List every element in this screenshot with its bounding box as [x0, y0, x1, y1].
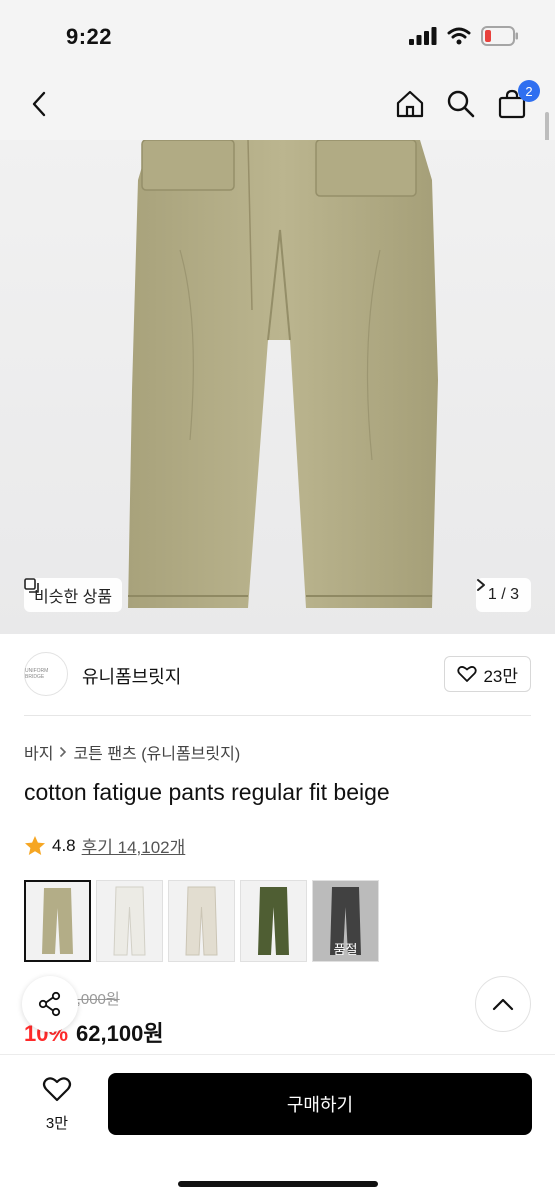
color-swatches: 품절 [24, 880, 379, 962]
cart-count-badge: 2 [518, 80, 540, 102]
chevron-right-icon [476, 579, 485, 591]
breadcrumb: 바지 코튼 팬츠 (유니폼브릿지) [24, 740, 240, 764]
share-icon [38, 991, 61, 1017]
back-button[interactable] [20, 84, 60, 124]
wishlist-button[interactable]: 3만 [30, 1075, 84, 1133]
star-icon [25, 835, 45, 855]
heart-icon [42, 1077, 72, 1102]
home-indicator [178, 1181, 378, 1187]
swatch-image [113, 886, 146, 956]
breadcrumb-subcategory[interactable]: 코튼 팬츠 (유니폼브릿지) [73, 740, 240, 764]
swatch-black-soldout[interactable]: 품절 [312, 880, 379, 962]
status-icons [409, 25, 519, 47]
similar-products-button[interactable]: 비슷한 상품 [24, 578, 123, 612]
seller-row[interactable]: UNIFORM BRIDGE 유니폼브릿지 23만 [0, 634, 555, 716]
image-pager-text: 1 / 3 [487, 586, 519, 603]
similar-products-label: 비슷한 상품 [34, 589, 113, 606]
product-image [128, 140, 438, 608]
nav-bar: 2 [0, 72, 555, 140]
swatch-image [185, 886, 218, 956]
copy-icon [24, 578, 39, 593]
sale-price: 62,100원 [76, 1021, 164, 1046]
product-image-carousel[interactable]: 비슷한 상품 1 / 3 [0, 140, 555, 634]
swatch-olive[interactable] [240, 880, 307, 962]
swatch-beige[interactable] [24, 880, 91, 962]
seller-logo-text: UNIFORM BRIDGE [25, 668, 49, 680]
brand-like-button[interactable]: 23만 [444, 656, 531, 692]
breadcrumb-category[interactable]: 바지 [24, 740, 53, 764]
rating-score: 4.8 [52, 835, 76, 855]
seller-name[interactable]: 유니폼브릿지 [82, 663, 181, 689]
battery-low-icon [481, 26, 518, 46]
wifi-icon [447, 27, 471, 45]
soldout-label: 품절 [333, 942, 358, 957]
rating-row: 4.8 후기 14,102개 [24, 833, 185, 858]
divider [24, 715, 531, 716]
status-time: 9:22 [66, 24, 113, 49]
swatch-ecru[interactable] [168, 880, 235, 962]
chevron-left-icon [32, 91, 46, 117]
cellular-signal-icon [409, 27, 437, 45]
bottom-purchase-bar: 3만 구매하기 [0, 1054, 555, 1200]
chevron-up-icon [492, 998, 514, 1011]
brand-like-count: 23만 [483, 666, 518, 686]
buy-button[interactable]: 구매하기 [108, 1073, 532, 1135]
wishlist-count: 3만 [45, 1115, 69, 1132]
swatch-white[interactable] [96, 880, 163, 962]
chevron-right-icon [60, 746, 67, 758]
heart-icon [457, 666, 478, 682]
scroll-to-top-button[interactable] [475, 976, 531, 1032]
cart-button[interactable]: 2 [492, 80, 540, 124]
swatch-image [258, 887, 289, 955]
share-button[interactable] [22, 976, 78, 1032]
home-button[interactable] [390, 84, 430, 124]
review-count-link[interactable]: 후기 14,102개 [82, 833, 186, 858]
product-title: cotton fatigue pants regular fit beige [24, 779, 390, 805]
image-pager[interactable]: 1 / 3 [475, 578, 531, 612]
search-button[interactable] [441, 84, 481, 124]
swatch-image [42, 888, 73, 954]
buy-button-label: 구매하기 [286, 1095, 354, 1115]
seller-logo[interactable]: UNIFORM BRIDGE [24, 652, 68, 696]
status-bar: 9:22 [0, 0, 555, 72]
search-icon [447, 90, 475, 118]
home-icon [396, 90, 424, 118]
